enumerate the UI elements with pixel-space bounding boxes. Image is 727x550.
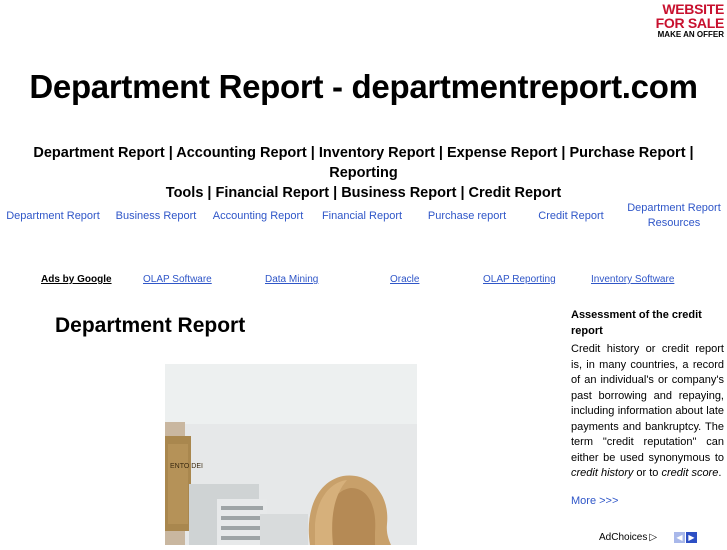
sidebar-em-credit-score: credit score — [661, 467, 719, 479]
nav-link-department-report-resources[interactable]: Department Report Resources — [622, 201, 726, 231]
credit-report-sidebar: Assessment of the credit report Credit h… — [571, 308, 724, 509]
content-heading: Department Report — [55, 314, 246, 337]
ad-prev-arrow-icon[interactable]: ◀ — [674, 532, 685, 543]
nav-link-department-report[interactable]: Department Report — [5, 209, 101, 224]
nav-link-business-report[interactable]: Business Report — [114, 209, 198, 224]
keyword-links: Department Report | Accounting Report | … — [0, 143, 727, 203]
photo-sign-text: ENTO DEI — [170, 463, 203, 470]
adchoices-triangle-icon: ▷ — [649, 532, 658, 543]
ad-link-olap-software[interactable]: OLAP Software — [143, 274, 212, 285]
ad-link-olap-reporting[interactable]: OLAP Reporting — [483, 274, 556, 285]
badge-line-2: FOR SALE — [655, 15, 725, 31]
more-link[interactable]: More >>> — [571, 494, 724, 510]
nav-link-purchase-report[interactable]: Purchase report — [425, 209, 509, 224]
ad-next-arrow-icon[interactable]: ▶ — [686, 532, 697, 543]
nav-link-financial-report[interactable]: Financial Report — [319, 209, 405, 224]
nav-link-accounting-report[interactable]: Accounting Report — [211, 209, 305, 224]
keyword-line-2[interactable]: Tools | Financial Report | Business Repo… — [0, 183, 727, 203]
website-for-sale-badge[interactable]: WEBSITE FOR SALE MAKE AN OFFER — [654, 1, 725, 39]
sidebar-body-end: . — [718, 467, 722, 479]
ad-link-oracle[interactable]: Oracle — [390, 274, 419, 285]
sidebar-body-mid: or to — [633, 467, 662, 479]
office-photo-illustration: ENTO DEI — [165, 364, 417, 545]
sidebar-em-credit-history: credit history — [571, 467, 634, 479]
adchoices-link[interactable]: AdChoices ▷ — [599, 532, 657, 543]
nav-link-credit-report[interactable]: Credit Report — [536, 209, 606, 224]
badge-line-1: WEBSITE — [662, 1, 724, 17]
ad-navigation-arrows: ◀ ▶ — [674, 532, 698, 550]
sidebar-title: Assessment of the credit report — [571, 309, 702, 337]
sidebar-body-text: Credit history or credit report is, in m… — [571, 343, 724, 464]
keyword-line-1[interactable]: Department Report | Accounting Report | … — [0, 143, 727, 183]
ad-link-inventory-software[interactable]: Inventory Software — [591, 274, 674, 285]
ad-link-data-mining[interactable]: Data Mining — [265, 274, 318, 285]
ads-by-google-label[interactable]: Ads by Google — [41, 274, 112, 285]
office-photo: ENTO DEI — [165, 364, 417, 545]
site-title: Department Report - departmentreport.com — [29, 68, 698, 105]
sidebar-body: Credit history or credit report is, in m… — [571, 342, 724, 482]
adchoices-label: AdChoices — [599, 532, 648, 543]
badge-line-3: MAKE AN OFFER — [657, 30, 724, 39]
